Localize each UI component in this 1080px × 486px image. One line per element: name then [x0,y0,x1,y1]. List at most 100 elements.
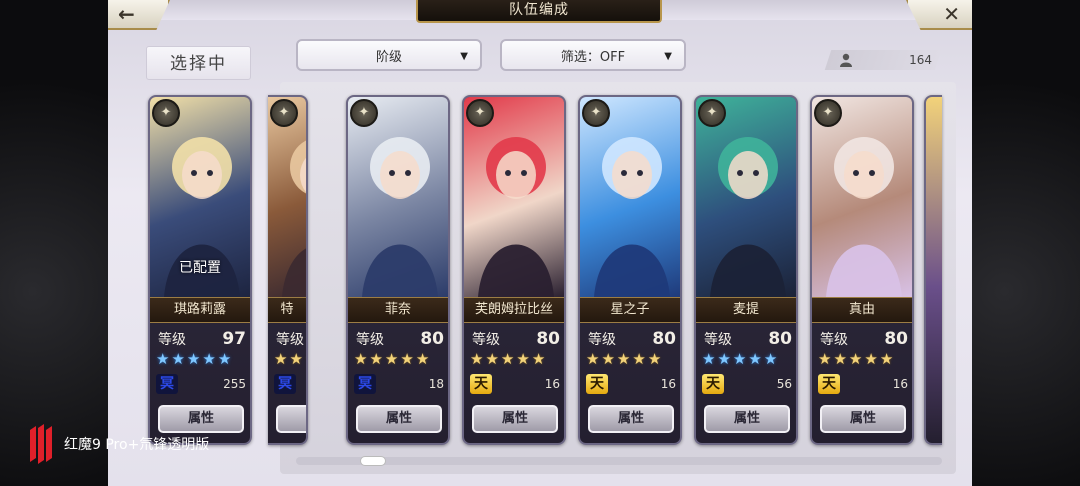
device-bezel-right [972,0,1080,486]
device-watermark: 红魔9 Pro+氘锋透明版 [26,424,209,464]
unit-name: 琪路莉露 [150,297,250,323]
person-icon [840,53,852,67]
rarity-stars: ★★★★★ [156,350,248,368]
level-label: 等级 [820,332,848,348]
element-row: 冥 60 [274,374,306,394]
close-button[interactable]: ✕ [906,0,972,30]
filter-dropdown[interactable]: 筛选：OFF ▼ [500,39,686,71]
unit-card[interactable]: ✦ 已配置 琪路莉露 等级 97 ★ ★ ★ ★ ★ 冥 255 属性 [148,95,252,445]
unit-type-icon: ✦ [582,99,610,127]
element-row: 冥 18 [354,374,444,394]
page-title: 队伍编成 [416,0,662,23]
unit-count-badge: 16 [660,377,676,391]
level-label: 等级 [276,332,304,348]
level-label: 等级 [472,332,500,348]
level-label: 等级 [158,332,186,348]
level-row: 等级 97 [158,329,246,349]
element-icon: 冥 [274,374,296,394]
unit-name: 真由 [812,297,912,323]
red-magic-logo-icon [30,424,52,464]
unit-type-icon: ✦ [466,99,494,127]
element-icon: 天 [470,374,492,394]
unit-type-icon: ✦ [698,99,726,127]
level-row: 等级 80 [820,329,908,349]
unit-card[interactable]: ✦ 麦提 等级 80 ★ ★ ★ ★ ★ 天 56 属性 [694,95,798,445]
attribute-button[interactable]: 属性 [820,405,906,433]
element-icon: 天 [818,374,840,394]
rarity-stars: ★★★★★ [274,350,306,368]
unit-type-icon: ✦ [814,99,842,127]
star-icon: ★ [171,350,185,368]
star-icon: ★ [485,350,499,368]
star-icon: ★ [647,350,662,368]
star-icon: ★ [384,350,399,368]
level-label: 等级 [588,332,616,348]
unit-count-badge: 16 [892,377,908,391]
unit-card[interactable]: ✦ 星之子 等级 80 ★ ★ ★ ★ ★ 天 16 属性 [578,95,682,445]
level-label: 等级 [704,332,732,348]
unit-portrait [348,97,448,297]
level-label: 等级 [356,332,384,348]
character-silhouette [362,137,438,297]
unit-card[interactable]: ✦ 菲奈 等级 80 ★ ★ ★ ★ ★ 冥 18 属性 [346,95,450,445]
unit-count-badge: 56 [776,377,792,391]
character-silhouette [282,140,306,297]
back-button[interactable]: ← [108,0,170,30]
rarity-stars: ★★★★★ [354,350,446,368]
element-row: 天 16 [818,374,908,394]
watermark-text: 红魔9 Pro+氘锋透明版 [64,437,210,453]
unit-portrait [812,97,912,297]
star-icon: ★ [848,350,863,368]
character-silhouette [478,137,554,297]
back-arrow-icon: ← [118,2,135,26]
device-bezel-left [0,0,108,486]
horizontal-scrollbar[interactable] [296,457,942,465]
level-row: 等级 80 [588,329,676,349]
star-icon: ★ [516,350,530,368]
star-icon: ★ [470,350,484,368]
unit-portrait [464,97,564,297]
unit-count: 164 [836,50,936,70]
element-icon: 天 [586,374,608,394]
unit-card[interactable]: ✦ 特 等级 80 ★★★★★ 冥 60 属性 [268,95,308,445]
level-row: 等级 80 [276,329,306,349]
rarity-stars: ★★★★★ [702,350,794,368]
star-icon: ★ [717,350,731,368]
unit-portrait [696,97,796,297]
star-icon: ★ [354,350,368,368]
character-silhouette [826,137,902,297]
scrollbar-thumb[interactable] [360,456,386,466]
unit-name: 星之子 [580,297,680,323]
attribute-button[interactable]: 属性 [704,405,790,433]
chevron-down-icon: ▼ [664,51,672,62]
star-icon: ★ [415,350,430,368]
star-icon: ★ [305,350,306,368]
star-icon: ★ [531,350,546,368]
character-silhouette [594,137,670,297]
unit-name: 菲奈 [348,297,448,323]
element-row: 天 56 [702,374,792,394]
element-icon: 冥 [354,374,376,394]
star-icon: ★ [748,350,762,368]
rank-dropdown[interactable]: 阶级 ▼ [296,39,482,71]
attribute-button[interactable]: 属性 [472,405,558,433]
attribute-button[interactable]: 属性 [588,405,674,433]
unit-card-partial[interactable] [924,95,942,445]
unit-count-value: 164 [909,53,932,67]
attribute-button[interactable]: 属性 [356,405,442,433]
game-screen: ← 队伍编成 ✕ 选择中 阶级 ▼ 筛选：OFF ▼ 164 ✦ 已配置 琪路莉… [108,0,972,486]
unit-name: 麦提 [696,297,796,323]
unit-name: 特 [268,297,306,323]
star-icon: ★ [732,350,747,368]
character-silhouette [710,137,786,297]
selecting-tab[interactable]: 选择中 [146,46,251,80]
unit-type-icon: ✦ [270,99,298,127]
attribute-button[interactable]: 属性 [276,405,306,433]
unit-card[interactable]: ✦ 芙朗姆拉比丝 等级 80 ★ ★ ★ ★ ★ 天 16 属性 [462,95,566,445]
star-icon: ★ [217,350,232,368]
element-icon: 冥 [156,374,178,394]
level-row: 等级 80 [356,329,444,349]
assigned-label: 已配置 [179,260,221,276]
star-icon: ★ [833,350,847,368]
unit-card[interactable]: ✦ 真由 等级 80 ★ ★ ★ ★ ★ 天 16 属性 [810,95,914,445]
